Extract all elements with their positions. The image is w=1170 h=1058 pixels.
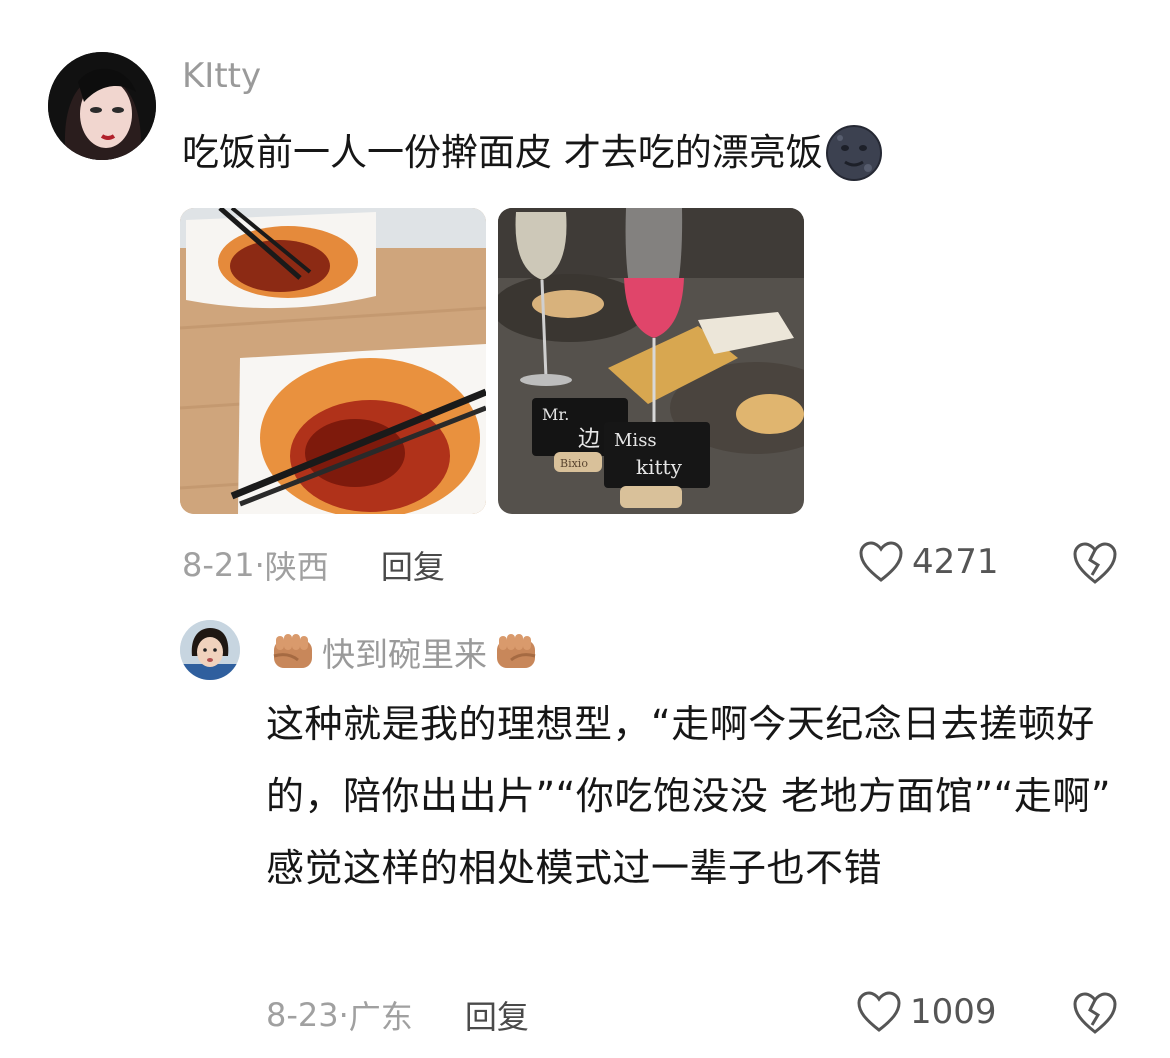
reply-meta: 8-23 · 广东 回复 (266, 992, 529, 1038)
user-avatar-reply[interactable] (180, 620, 240, 680)
broken-heart-icon[interactable] (1071, 539, 1119, 587)
reply-button[interactable]: 回复 (465, 992, 529, 1038)
broken-heart-icon[interactable] (1071, 989, 1119, 1037)
photo-image (180, 208, 486, 514)
fist-icon (273, 634, 312, 668)
comment-username[interactable]: KItty (182, 56, 261, 96)
comment-location: 陕西 (264, 548, 329, 586)
card-miss-name: kitty (636, 455, 683, 479)
fist-icon (497, 634, 536, 668)
comment-meta: 8-21 · 陕西 回复 (182, 542, 445, 588)
like-button[interactable]: 1009 (856, 990, 997, 1034)
reply-button[interactable]: 回复 (381, 542, 445, 588)
reply-username[interactable]: 快到碗里来 (268, 628, 541, 676)
card-mr-name: 边 (578, 427, 600, 452)
user-avatar-kitty[interactable] (48, 52, 156, 160)
spicy-noodle-bowls-photo[interactable] (180, 208, 486, 514)
new-moon-face-icon (825, 125, 882, 181)
heart-icon (857, 991, 901, 1032)
reply-date: 8-23 (266, 996, 339, 1034)
reply-username-text: 快到碗里来 (322, 635, 487, 674)
photo-image: Mr. 边 Miss kitty Bixio (498, 208, 804, 514)
comment-text: 吃饭前一人一份擀面皮 才去吃的漂亮饭 (182, 131, 823, 174)
comment-date: 8-21 (182, 546, 255, 584)
comment-body: 吃饭前一人一份擀面皮 才去吃的漂亮饭 (182, 124, 883, 182)
reply-text: 这种就是我的理想型，“走啊今天纪念日去搓顿好的，陪你出出片”“你吃饱没没 老地方… (266, 702, 1112, 890)
cork-text: Bixio (560, 457, 588, 470)
meta-separator: · (254, 546, 265, 584)
avatar-illustration (48, 52, 156, 160)
card-mr-text: Mr. (542, 405, 569, 424)
reply-location: 广东 (348, 998, 413, 1036)
card-miss-text: Miss (614, 430, 657, 451)
meta-separator: · (338, 996, 349, 1034)
heart-icon (859, 541, 903, 582)
restaurant-wine-table-photo[interactable]: Mr. 边 Miss kitty Bixio (498, 208, 804, 514)
avatar-photo (180, 620, 240, 680)
like-button[interactable]: 4271 (858, 540, 999, 584)
like-count: 4271 (912, 542, 999, 582)
like-count: 1009 (910, 992, 997, 1032)
